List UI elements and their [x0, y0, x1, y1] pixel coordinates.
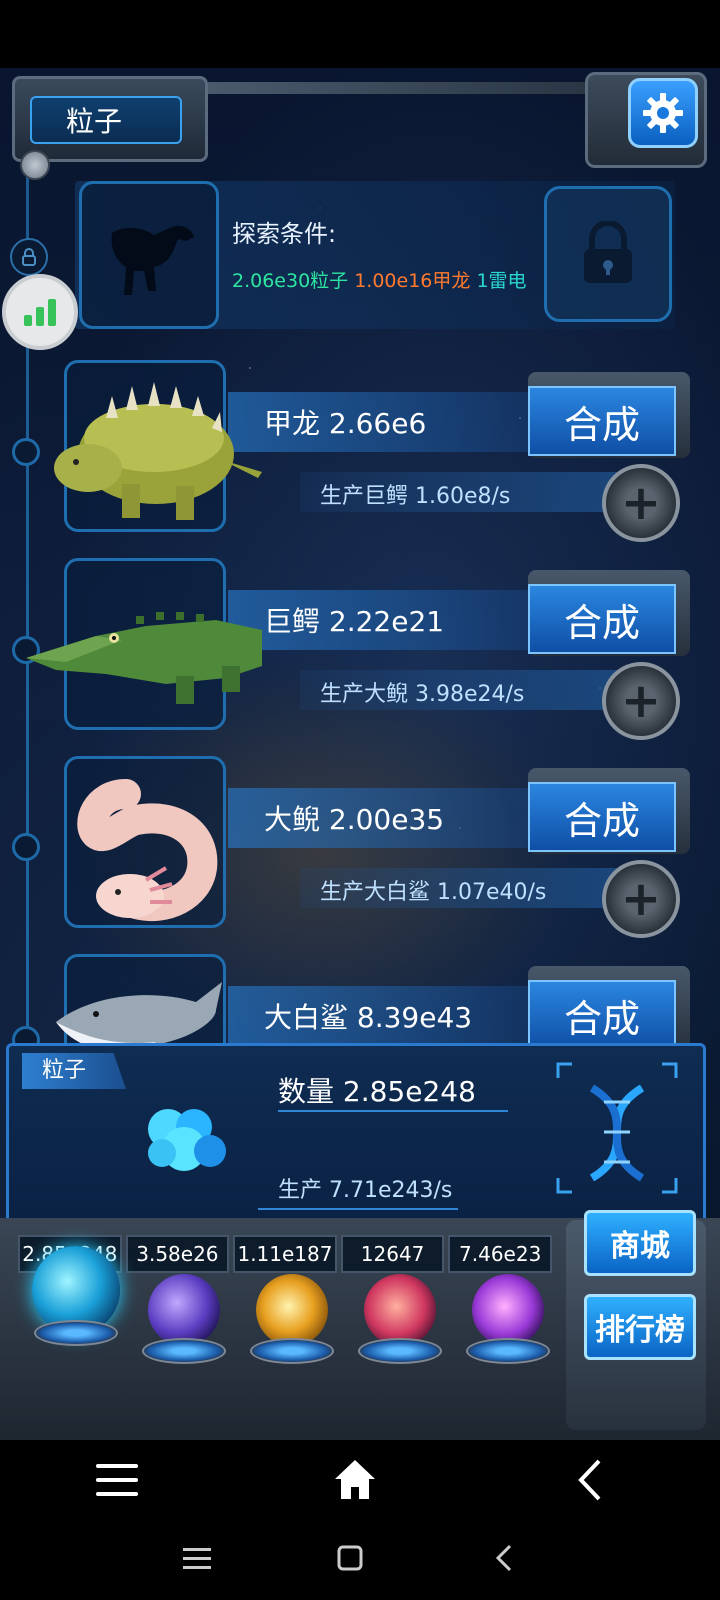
- square-icon: [337, 1545, 363, 1571]
- explore-condition-label: 探索条件:: [232, 220, 337, 248]
- top-frame-strip: [208, 82, 588, 94]
- home-button[interactable]: [330, 1454, 380, 1504]
- fire-orb-icon: [256, 1274, 328, 1346]
- creature-name: 甲龙 2.66e6: [264, 407, 427, 440]
- dna-icon: [556, 1062, 678, 1194]
- crocodile-icon: [26, 612, 262, 704]
- home-icon: [335, 1460, 375, 1499]
- creature-name: 巨鳄 2.22e21: [264, 605, 445, 638]
- add-button[interactable]: +: [602, 464, 680, 542]
- orb-pedestal: [466, 1338, 550, 1364]
- explore-lock-button[interactable]: [544, 186, 672, 322]
- particle-cluster-icon: [148, 1109, 226, 1171]
- creature-row: 大鲵 2.00e35 生产大白鲨 1.07e40/s 合成 +: [0, 756, 720, 946]
- synthesize-button[interactable]: 合成: [528, 980, 676, 1050]
- system-menu-button[interactable]: [180, 1544, 214, 1574]
- thunder-orb-icon: [148, 1274, 220, 1346]
- synthesize-button[interactable]: 合成: [528, 782, 676, 852]
- creature-production: 生产大白鲨 1.07e40/s: [320, 880, 547, 905]
- production-underline: [258, 1208, 458, 1210]
- page-title: 粒子: [30, 96, 182, 144]
- explore-requirements: 2.06e30粒子 1.00e16甲龙 1雷电: [232, 266, 527, 293]
- stats-button[interactable]: [2, 274, 78, 350]
- shop-button[interactable]: 商城: [584, 1210, 696, 1276]
- plus-icon: +: [620, 871, 662, 927]
- menu-icon: [183, 1548, 211, 1569]
- brain-orb-icon: [364, 1274, 436, 1346]
- screw-icon: [20, 150, 50, 180]
- chevron-left-icon: [495, 1544, 512, 1572]
- creature-production: 生产巨鳄 1.60e8/s: [320, 484, 511, 509]
- orb-pedestal: [142, 1338, 226, 1364]
- synthesize-button[interactable]: 合成: [528, 584, 676, 654]
- bar-chart-icon: [24, 299, 56, 326]
- creature-production: 生产大鲵 3.98e24/s: [320, 682, 525, 707]
- add-button[interactable]: +: [602, 860, 680, 938]
- add-button[interactable]: +: [602, 662, 680, 740]
- back-button[interactable]: [570, 1456, 610, 1504]
- system-home-button[interactable]: [334, 1542, 366, 1574]
- galaxy-orb-icon: [472, 1274, 544, 1346]
- requirement-thunder: 1雷电: [476, 270, 527, 292]
- orb-pedestal: [34, 1320, 118, 1346]
- menu-icon: [96, 1464, 138, 1496]
- particle-production: 生产 7.71e243/s: [278, 1178, 453, 1203]
- requirement-particle: 2.06e30粒子: [232, 270, 349, 292]
- particle-count: 数量 2.85e248: [278, 1075, 476, 1108]
- ankylosaurus-icon: [54, 382, 262, 520]
- rail-lock-icon: [10, 238, 48, 276]
- system-nav-bar: [0, 1520, 720, 1600]
- app-nav-bar: [0, 1440, 720, 1520]
- lock-icon: [584, 221, 632, 283]
- settings-button[interactable]: [628, 78, 698, 148]
- chevron-left-icon: [578, 1459, 601, 1501]
- menu-button[interactable]: [92, 1458, 142, 1502]
- count-underline: [278, 1110, 508, 1112]
- plus-icon: +: [620, 673, 662, 729]
- gear-icon: [643, 93, 683, 133]
- system-back-button[interactable]: [490, 1542, 518, 1574]
- orb-pedestal: [358, 1338, 442, 1364]
- game-screen: 粒子 探索条件: 2.06e30粒子 1.00e16甲龙 1雷电 甲龙 2.66…: [0, 68, 720, 1440]
- orb-fire-button[interactable]: [242, 1258, 342, 1368]
- resource-orbs: [20, 1240, 560, 1370]
- creature-name: 大白鲨 8.39e43: [264, 1001, 473, 1034]
- plus-icon: +: [620, 475, 662, 531]
- synthesize-button[interactable]: 合成: [528, 386, 676, 456]
- creature-name: 大鲵 2.00e35: [264, 803, 445, 836]
- dinosaur-silhouette-icon: [111, 225, 194, 295]
- particle-tag: 粒子: [22, 1053, 126, 1089]
- orb-pedestal: [250, 1338, 334, 1364]
- axolotl-icon: [77, 779, 218, 922]
- locked-creature-slot: [79, 181, 219, 329]
- creature-row: 巨鳄 2.22e21 生产大鲵 3.98e24/s 合成 +: [0, 558, 720, 748]
- orb-galaxy-button[interactable]: [458, 1258, 558, 1368]
- creature-row: 甲龙 2.66e6 生产巨鳄 1.60e8/s 合成 +: [0, 360, 720, 550]
- orb-brain-button[interactable]: [350, 1258, 450, 1368]
- requirement-ankylosaurus: 1.00e16甲龙: [354, 270, 471, 292]
- ranking-button[interactable]: 排行榜: [584, 1294, 696, 1360]
- orb-thunder-button[interactable]: [134, 1258, 234, 1368]
- orb-particle-button[interactable]: [26, 1240, 126, 1350]
